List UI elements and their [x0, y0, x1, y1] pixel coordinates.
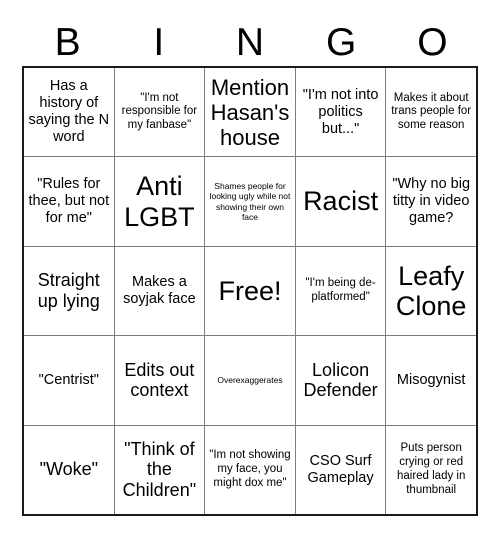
bingo-row: Straight up lying Makes a soyjak face Free…	[24, 246, 476, 337]
bingo-header-letter-i: I	[153, 20, 165, 64]
bingo-cell[interactable]: "Think of the Children"	[115, 425, 206, 515]
bingo-row: "Woke" "Think of the Children" "Im not sho…	[24, 425, 476, 515]
bingo-cell-label: "I'm being de-platformed"	[305, 277, 376, 304]
bingo-cell[interactable]: "I'm not into politics but..."	[296, 68, 387, 157]
bingo-header-letter-o: O	[417, 20, 448, 64]
bingo-cell[interactable]: Puts person crying or red haired lady in…	[386, 426, 476, 514]
bingo-cell-label: Puts person crying or red haired lady in…	[396, 442, 466, 496]
bingo-cell-label: Racist	[303, 186, 379, 217]
bingo-cell[interactable]: "Centrist"	[24, 336, 115, 425]
bingo-cell-label: "I'm not responsible for my fanbase"	[121, 91, 198, 132]
bingo-cell[interactable]: "I'm not responsible for my fanbase"	[115, 68, 206, 157]
bingo-cell-label: Mention Hasan's house	[210, 74, 290, 150]
bingo-cell[interactable]: Shames people for looking ugly while not…	[205, 157, 296, 246]
bingo-cell-label: "Im not showing my face, you might dox m…	[209, 449, 291, 489]
bingo-cell-label: Overexaggerates	[217, 375, 283, 386]
bingo-cell[interactable]: Makes it about trans people for some rea…	[386, 68, 476, 156]
bingo-header: BINGO	[22, 18, 478, 66]
bingo-cell-label: Edits out context	[124, 359, 195, 401]
bingo-cell-label: "Woke"	[39, 459, 99, 480]
bingo-header-letter-b: B	[54, 20, 81, 64]
bingo-row: "Rules for thee, but not for me" Anti LGB…	[24, 157, 476, 247]
bingo-cell-label: Leafy Clone	[395, 260, 467, 322]
bingo-cell-label: CSO Surf Gameplay	[307, 452, 374, 486]
bingo-cell-free[interactable]: Free!	[205, 246, 296, 336]
bingo-cell-label: Straight up lying	[37, 270, 100, 312]
bingo-cell-label: Shames people for looking ugly while not…	[209, 181, 291, 222]
bingo-cell[interactable]: Makes a soyjak face	[115, 246, 206, 336]
bingo-cell[interactable]: Straight up lying	[24, 246, 115, 336]
bingo-cell[interactable]: Racist	[296, 157, 387, 246]
bingo-cell[interactable]: Misogynist	[386, 336, 476, 424]
bingo-cell-label: Makes a soyjak face	[123, 273, 196, 308]
bingo-cell[interactable]: "Im not showing my face, you might dox m…	[205, 425, 296, 515]
bingo-header-letter-n: N	[235, 20, 265, 64]
bingo-cell-label: "Why no big titty in video game?	[392, 175, 471, 227]
bingo-cell[interactable]: "Woke"	[24, 425, 115, 515]
bingo-cell[interactable]: Has a history of saying the N word	[24, 68, 115, 157]
bingo-cell[interactable]: Edits out context	[115, 336, 206, 425]
bingo-cell-label: "Centrist"	[38, 371, 99, 388]
bingo-cell[interactable]: Overexaggerates	[205, 336, 296, 425]
bingo-header-letter-g: G	[326, 20, 357, 64]
bingo-row: "Centrist" Edits out context Overexaggerat…	[24, 336, 476, 426]
bingo-cell-label: "Think of the Children"	[122, 438, 197, 501]
bingo-cell[interactable]: "Rules for thee, but not for me"	[24, 157, 115, 246]
bingo-cell[interactable]: Anti LGBT	[115, 157, 206, 246]
bingo-cell-label: "I'm not into politics but..."	[302, 86, 379, 137]
bingo-cell[interactable]: "Why no big titty in video game?	[386, 157, 476, 245]
bingo-cell[interactable]: Leafy Clone	[386, 247, 476, 335]
bingo-cell-label: Makes it about trans people for some rea…	[391, 91, 472, 132]
bingo-card: B I N G O Has a history of saying the N word…	[0, 0, 500, 544]
bingo-cell-label: "Rules for thee, but not for me"	[28, 175, 110, 227]
bingo-cell-label: Free!	[218, 275, 282, 306]
bingo-cell[interactable]: Lolicon Defender	[296, 336, 387, 425]
bingo-cell[interactable]: "I'm being de-platformed"	[296, 246, 387, 336]
bingo-cell-label: Lolicon Defender	[303, 359, 378, 401]
bingo-cell-label: Misogynist	[396, 371, 466, 388]
bingo-grid: Has a history of saying the N word "I'm n…	[22, 66, 478, 516]
bingo-cell[interactable]: Mention Hasan's house	[205, 68, 296, 157]
bingo-cell-label: Anti LGBT	[124, 171, 195, 232]
bingo-row: Has a history of saying the N word "I'm n…	[24, 68, 476, 158]
bingo-cell[interactable]: CSO Surf Gameplay	[296, 425, 387, 515]
bingo-cell-label: Has a history of saying the N word	[28, 77, 110, 146]
